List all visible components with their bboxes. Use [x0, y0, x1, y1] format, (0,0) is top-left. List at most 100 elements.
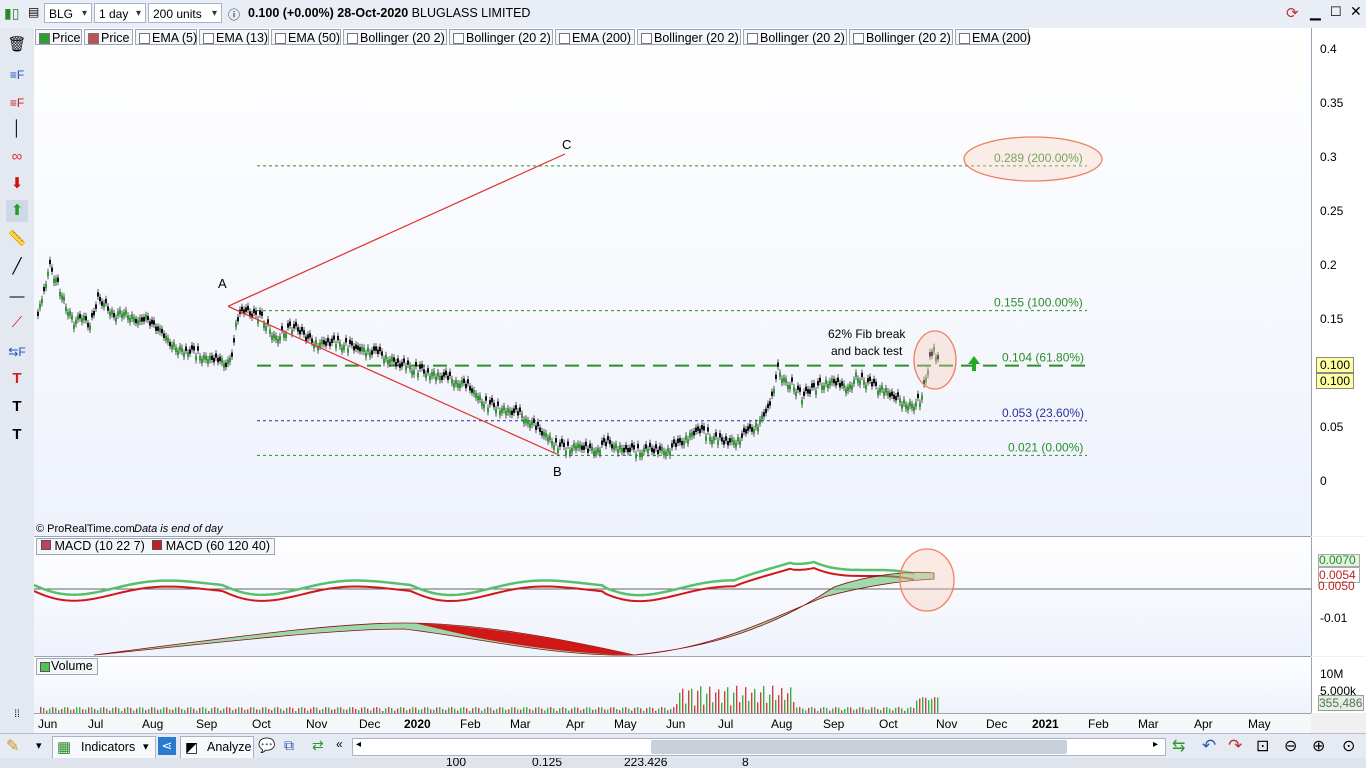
- symbol-list-icon[interactable]: ▤: [28, 5, 39, 19]
- symbol-select[interactable]: BLG: [44, 3, 92, 24]
- indicator-tag[interactable]: EMA (5): [135, 29, 197, 45]
- candle-body: [129, 318, 131, 323]
- candle-body: [65, 306, 67, 312]
- brush-icon[interactable]: ✎: [6, 736, 19, 756]
- maximize-icon[interactable]: ☐: [1330, 4, 1342, 20]
- candle-body: [855, 372, 857, 377]
- text-red-icon[interactable]: T: [6, 368, 28, 390]
- breakout-highlight-ellipse[interactable]: [913, 330, 957, 390]
- indicator-tag[interactable]: EMA (200): [555, 29, 635, 45]
- indicators-button[interactable]: ▦ Indicators ▾: [52, 736, 156, 759]
- horizontal-line-icon[interactable]: —: [6, 286, 28, 308]
- export-icon[interactable]: ⇄: [312, 737, 324, 754]
- refresh-icon[interactable]: ⟳: [1286, 4, 1299, 22]
- timeframe-select[interactable]: 1 day: [94, 3, 146, 24]
- candle-body: [479, 395, 481, 400]
- candle-body: [869, 376, 871, 381]
- candle-body: [723, 440, 725, 445]
- analyze-button[interactable]: ◩ Analyze: [180, 736, 254, 759]
- price-axis[interactable]: 0.40.350.30.250.20.150.10.050: [1311, 28, 1366, 536]
- candle-body: [565, 450, 567, 455]
- info-icon[interactable]: ⓘ: [228, 6, 240, 23]
- target-highlight-ellipse[interactable]: [963, 136, 1103, 182]
- compare-icon[interactable]: ⧉: [284, 737, 294, 754]
- text-black-icon[interactable]: T: [6, 396, 28, 418]
- time-axis-label: Dec: [986, 717, 1008, 731]
- price-axis-tick: 0.35: [1320, 96, 1344, 110]
- trash-icon[interactable]: 🗑: [6, 34, 28, 56]
- volume-pane[interactable]: Volume: [34, 657, 1311, 714]
- price-axis-tick: 0.15: [1320, 312, 1344, 326]
- redo-icon[interactable]: ↷: [1228, 736, 1242, 756]
- indicator-tag[interactable]: Bollinger (20 2): [637, 29, 741, 45]
- line-point-icon[interactable]: ⟋: [6, 312, 28, 334]
- brush-dropdown-icon[interactable]: ▾: [36, 739, 42, 752]
- time-scrollbar[interactable]: ◂ ▸: [352, 738, 1166, 756]
- candle-body: [245, 307, 247, 312]
- undo-icon[interactable]: ↶: [1202, 736, 1216, 756]
- candle-body: [133, 317, 135, 322]
- chart-type-icon[interactable]: ▮▯: [4, 5, 19, 22]
- volume-bar: [916, 700, 918, 713]
- close-icon[interactable]: ✕: [1350, 3, 1362, 20]
- candle-body: [93, 311, 95, 316]
- vertical-line-icon[interactable]: │: [6, 118, 28, 140]
- price-pane[interactable]: 0.289 (200.00%)0.155 (100.00%)0.104 (61.…: [34, 28, 1311, 537]
- comment-icon[interactable]: 💬: [258, 737, 275, 754]
- trend-line-icon[interactable]: ╱: [6, 256, 28, 278]
- ab-leg-line[interactable]: [227, 305, 558, 455]
- zoom-in-icon[interactable]: ⊕: [1312, 736, 1325, 756]
- macd-highlight-ellipse[interactable]: [899, 548, 955, 612]
- candle-body: [603, 437, 605, 443]
- scroll-right-icon[interactable]: ▸: [1153, 739, 1158, 750]
- candle-body: [515, 405, 517, 410]
- fib-projection-icon[interactable]: ⇆F: [6, 341, 28, 363]
- candle-body: [59, 291, 61, 297]
- candle-body: [371, 350, 373, 355]
- zoom-area-icon[interactable]: ⊡: [1256, 736, 1269, 756]
- indicator-tag[interactable]: Bollinger (20 2): [343, 29, 447, 45]
- candle-body: [107, 306, 109, 311]
- units-select[interactable]: 200 units: [148, 3, 222, 24]
- indicator-tag[interactable]: Bollinger (20 2): [849, 29, 953, 45]
- up-arrow-marker[interactable]: [968, 356, 980, 371]
- indicator-tag[interactable]: Bollinger (20 2): [743, 29, 847, 45]
- candle-body: [185, 346, 187, 351]
- indicator-swatch: [453, 33, 464, 44]
- zoom-reset-icon[interactable]: ⊙: [1342, 736, 1355, 756]
- minimize-icon[interactable]: ▁: [1310, 4, 1321, 21]
- candle-body: [121, 313, 123, 319]
- scroll-left-double-icon[interactable]: «: [336, 737, 343, 751]
- indicator-tag[interactable]: Price: [35, 29, 82, 45]
- candle-body: [783, 377, 785, 382]
- text-black-2-icon[interactable]: T: [6, 424, 28, 446]
- indicator-tag[interactable]: EMA (200): [955, 29, 1031, 45]
- candle-body: [863, 380, 865, 385]
- down-arrow-icon[interactable]: ⬇: [6, 173, 28, 195]
- candle-body: [53, 278, 55, 283]
- indicator-tag[interactable]: Price: [84, 29, 133, 45]
- up-arrow-icon[interactable]: ⬆: [6, 200, 28, 222]
- zoom-out-icon[interactable]: ⊖: [1284, 736, 1297, 756]
- channel-icon[interactable]: ∞: [6, 146, 28, 168]
- candle-body: [105, 298, 107, 304]
- share-icon[interactable]: ⋖: [158, 737, 176, 755]
- candle-body: [389, 359, 391, 364]
- ruler-icon[interactable]: 📏: [6, 228, 28, 250]
- indicator-tag[interactable]: EMA (50): [271, 29, 341, 45]
- macd-pane[interactable]: MACD (10 22 7) MACD (60 120 40): [34, 537, 1311, 657]
- scroll-thumb[interactable]: [651, 740, 1067, 754]
- macd-tags[interactable]: MACD (10 22 7) MACD (60 120 40): [36, 538, 275, 555]
- indicator-tag[interactable]: EMA (13): [199, 29, 269, 45]
- ac-leg-line[interactable]: [227, 153, 566, 307]
- scroll-left-icon[interactable]: ◂: [356, 739, 361, 750]
- fib-retracement-icon[interactable]: ≡F: [6, 64, 28, 86]
- candle-body: [301, 327, 303, 332]
- price-axis-tick: 0.2: [1320, 258, 1337, 272]
- chart-settings-icon[interactable]: ⇆: [1172, 736, 1185, 756]
- fib-fan-icon[interactable]: ≡F: [6, 92, 28, 114]
- more-tools-icon[interactable]: ⁞⁞: [6, 704, 28, 726]
- volume-tag[interactable]: Volume: [36, 658, 98, 675]
- time-axis[interactable]: Jun Jul Aug Sep Oct Nov Dec 2020 Feb Mar Apr May Jun…: [34, 713, 1311, 734]
- indicator-tag[interactable]: Bollinger (20 2): [449, 29, 553, 45]
